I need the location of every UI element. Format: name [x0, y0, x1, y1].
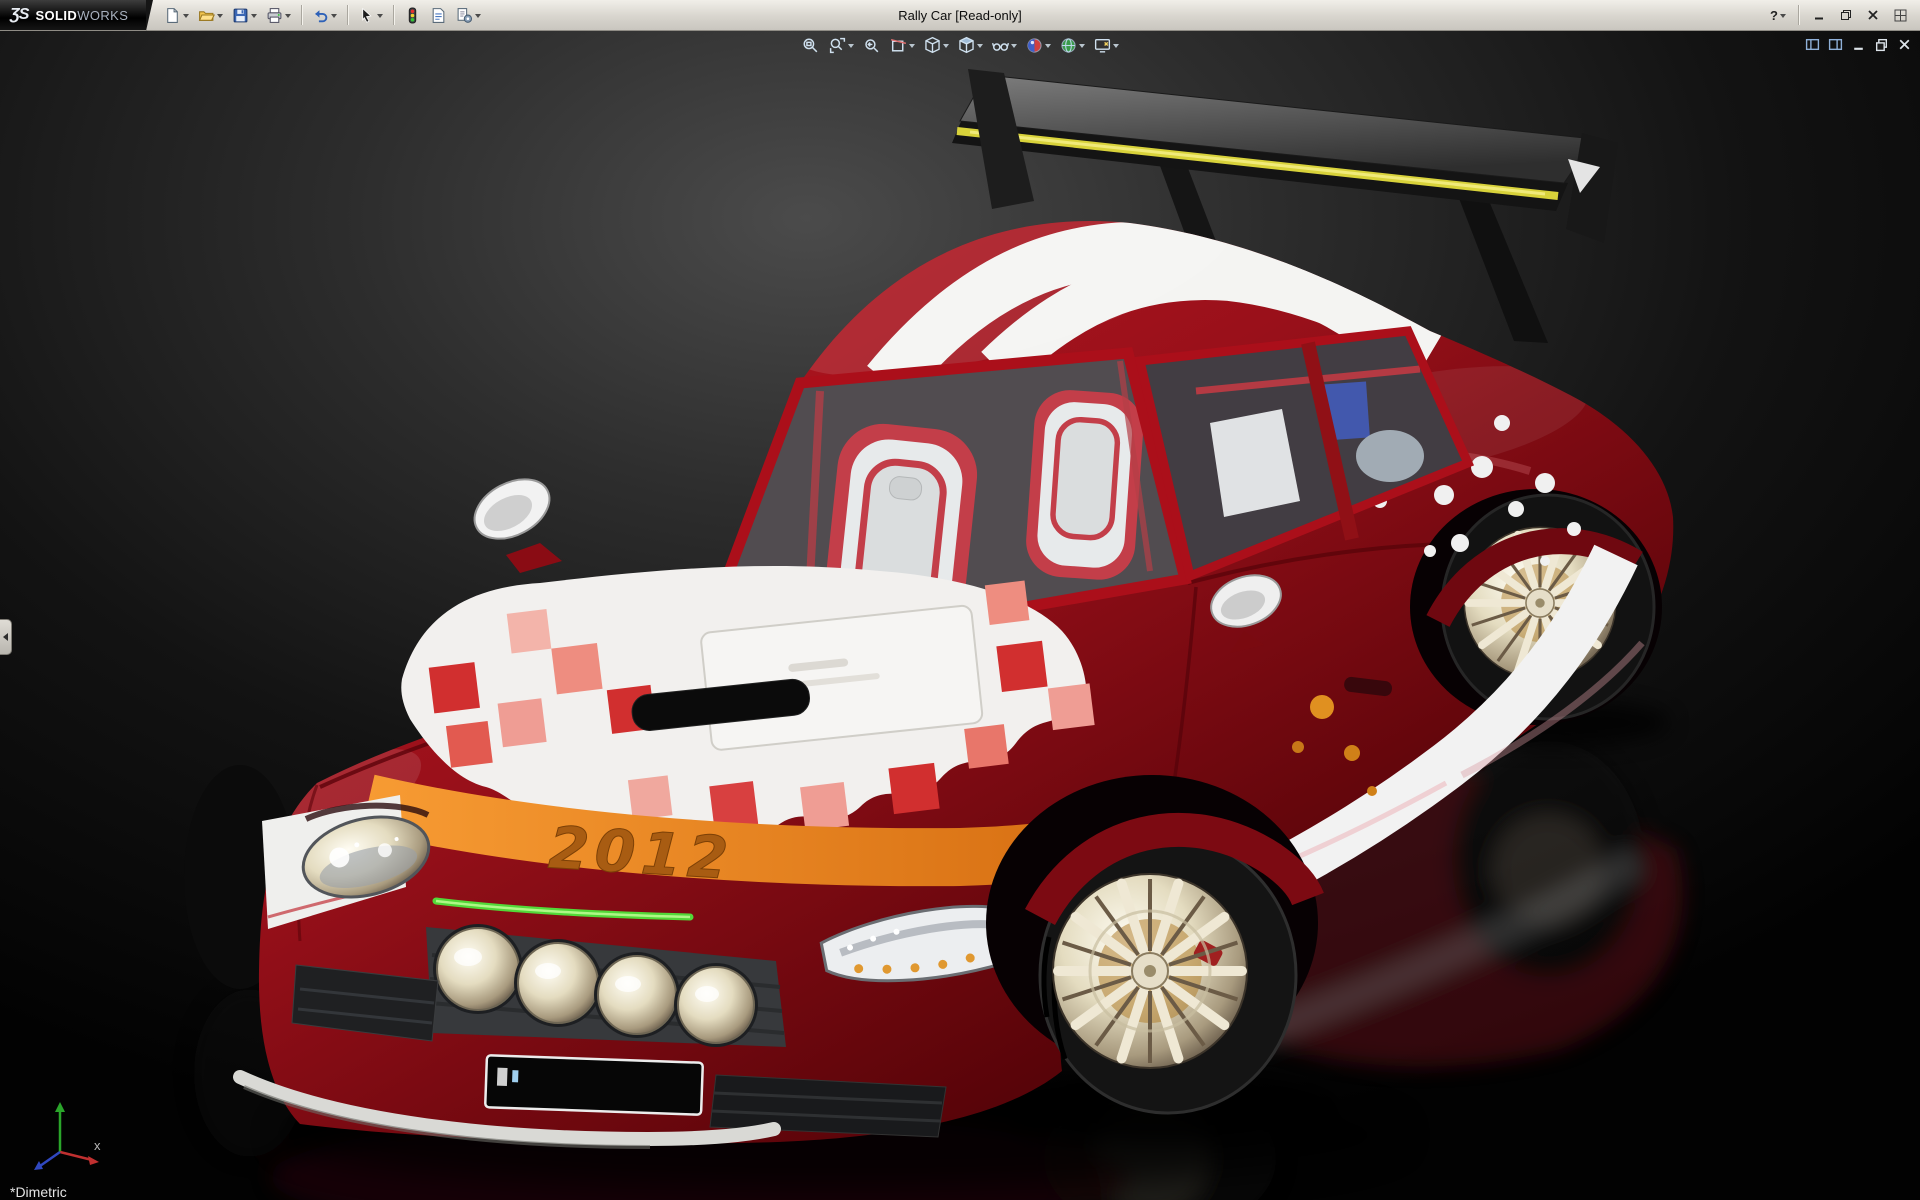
print-icon: [267, 7, 282, 23]
feature-panel-expand-tab[interactable]: [0, 619, 12, 655]
view-orientation-cube-icon: [925, 36, 940, 54]
brand-text: SOLIDWORKS: [35, 7, 129, 23]
triad-x-axis: [59, 1150, 93, 1162]
open-button[interactable]: [194, 3, 227, 28]
zoom-to-area-button[interactable]: [826, 35, 856, 56]
section-view-button[interactable]: [887, 35, 917, 56]
section-view-icon: [890, 38, 907, 52]
minimize-button[interactable]: [1807, 5, 1831, 25]
select-button[interactable]: [354, 3, 387, 28]
license-plate: [484, 1054, 704, 1116]
new-button[interactable]: [160, 3, 193, 28]
file-properties-button[interactable]: [426, 3, 451, 28]
zoom-to-fit-button[interactable]: [799, 35, 822, 56]
restore-button[interactable]: [1834, 5, 1858, 25]
main-toolbar: [146, 0, 489, 30]
glasses-icon: [991, 42, 1010, 51]
display-style-button[interactable]: [955, 35, 985, 56]
triad-x-label: x: [94, 1138, 101, 1153]
apply-scene-button[interactable]: [1057, 35, 1087, 56]
pane-right-icon: [1828, 38, 1843, 51]
open-folder-icon: [199, 10, 216, 21]
doc-restore-icon: [1875, 38, 1888, 52]
rebuild-icon: [409, 7, 417, 23]
previous-view-icon: [865, 39, 879, 53]
pane-left-button[interactable]: [1805, 37, 1820, 52]
undo-button[interactable]: [308, 3, 341, 28]
doc-close-button[interactable]: [1897, 37, 1912, 52]
titlebar: ƷS SOLIDWORKS Rally Car [Read-only] ?: [0, 0, 1920, 31]
help-button[interactable]: ?: [1766, 5, 1790, 25]
toolbar-separator: [347, 5, 349, 25]
view-settings-icon: [1094, 39, 1111, 53]
heads-up-view-toolbar: [799, 35, 1121, 56]
doc-close-icon: [1899, 39, 1910, 50]
doc-minimize-icon: [1854, 47, 1863, 50]
previous-view-button[interactable]: [860, 35, 883, 56]
pane-left-icon: [1805, 38, 1820, 51]
options-icon: [457, 7, 473, 23]
dassault-mark-icon: ƷS: [10, 6, 29, 23]
graphics-area[interactable]: 2012 x *Dimetric: [0, 31, 1920, 1200]
solidworks-logo: ƷS SOLIDWORKS: [0, 0, 154, 31]
pane-right-button[interactable]: [1828, 37, 1843, 52]
file-properties-icon: [432, 7, 445, 23]
toolbar-separator: [301, 5, 303, 25]
appearance-ball-icon: [1027, 38, 1042, 53]
scene-globe-icon: [1061, 38, 1076, 53]
triad-z-axis: [39, 1150, 61, 1168]
restore-icon: [1841, 10, 1851, 20]
select-cursor-icon: [362, 7, 372, 23]
undo-icon: [315, 9, 328, 22]
doc-minimize-button[interactable]: [1851, 37, 1866, 52]
3d-model-rally-car[interactable]: 2012: [0, 31, 1920, 1200]
rebuild-button[interactable]: [400, 3, 425, 28]
print-button[interactable]: [262, 3, 295, 28]
view-settings-button[interactable]: [1091, 35, 1121, 56]
window-controls: ?: [1766, 0, 1920, 30]
workspace-layout-button[interactable]: [1888, 5, 1912, 25]
document-window-controls: [1805, 37, 1912, 52]
new-document-icon: [167, 7, 179, 23]
options-button[interactable]: [452, 3, 485, 28]
save-button[interactable]: [228, 3, 261, 28]
view-orientation-label: *Dimetric: [10, 1184, 67, 1200]
toolbar-separator: [1798, 5, 1799, 25]
edit-appearance-button[interactable]: [1023, 35, 1053, 56]
zoom-to-area-icon: [829, 37, 846, 54]
view-orientation-button[interactable]: [921, 35, 951, 56]
close-icon: [1868, 10, 1878, 20]
year-decal: 2012: [547, 813, 736, 892]
hide-show-items-button[interactable]: [989, 35, 1019, 56]
close-button[interactable]: [1861, 5, 1885, 25]
minimize-icon: [1815, 17, 1823, 20]
orientation-triad: x: [34, 1102, 101, 1170]
display-style-icon: [959, 36, 974, 54]
zoom-to-fit-icon: [803, 38, 818, 53]
toolbar-separator: [393, 5, 395, 25]
doc-restore-button[interactable]: [1874, 37, 1889, 52]
workspace-grid-icon: [1894, 9, 1906, 21]
save-icon: [233, 8, 248, 22]
